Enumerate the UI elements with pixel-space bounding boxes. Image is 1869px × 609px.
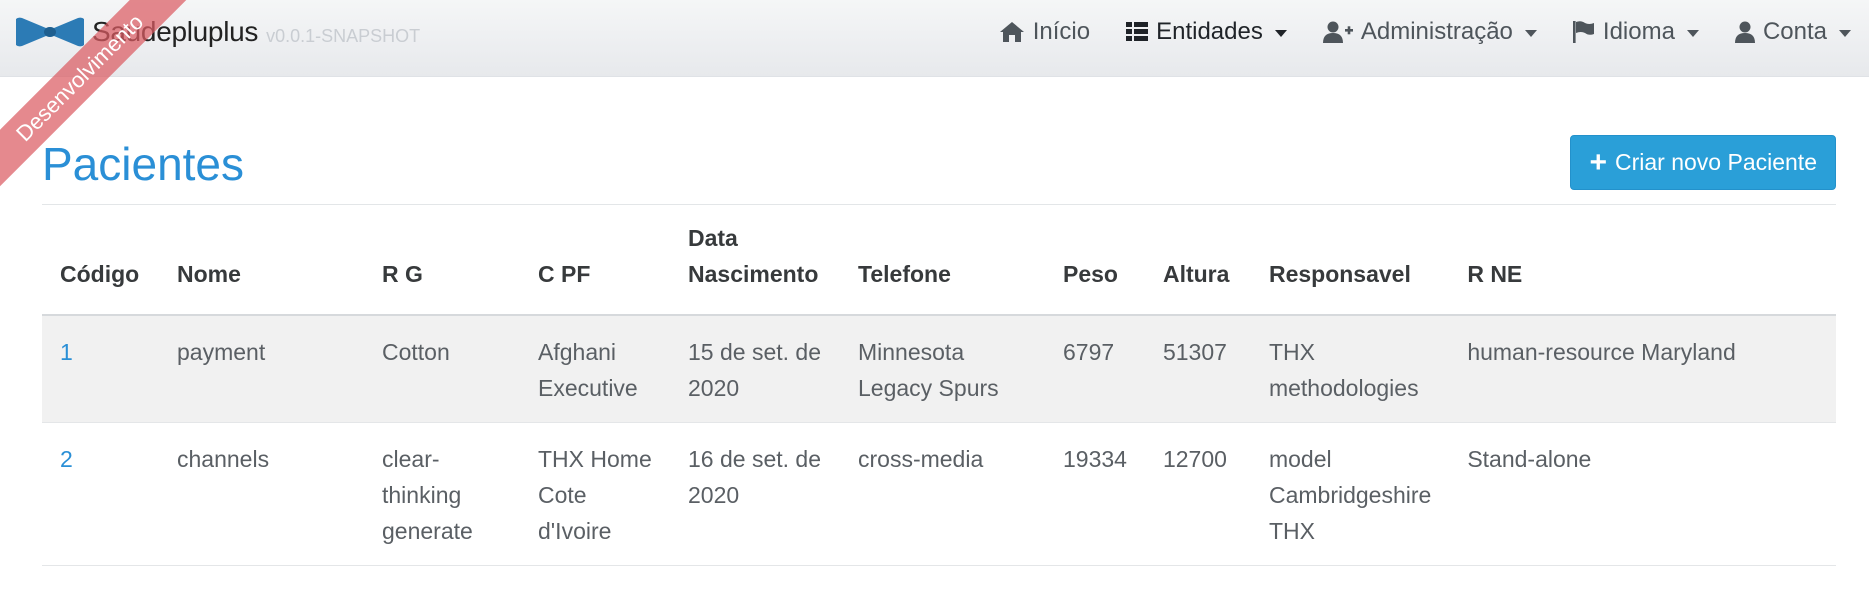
- column-header[interactable]: Nome: [159, 220, 364, 316]
- table-cell: Stand-alone: [1449, 422, 1836, 566]
- table-cell: clear-thinking generate: [364, 422, 520, 566]
- table-list-icon: [1126, 22, 1149, 41]
- nav-entities-label: Entidades: [1156, 18, 1263, 45]
- table-cell: channels: [159, 422, 364, 566]
- page-header: Pacientes + Criar novo Paciente: [42, 135, 1836, 205]
- user-plus-icon: [1322, 21, 1353, 43]
- chevron-down-icon: [1839, 29, 1851, 37]
- nav-admin-label: Administração: [1360, 18, 1513, 45]
- table-cell: Minnesota Legacy Spurs: [840, 315, 1045, 423]
- table-cell: 1: [42, 315, 159, 423]
- main-nav: Início Entidades Administração Idioma Co…: [963, 12, 1851, 52]
- column-header[interactable]: Telefone: [840, 220, 1045, 316]
- table-row: 1 payment Cotton Afghani Executive 15 de…: [42, 315, 1836, 423]
- chevron-down-icon: [1524, 29, 1537, 37]
- column-header[interactable]: R NE: [1449, 220, 1836, 316]
- chevron-down-icon: [1686, 29, 1699, 37]
- nav-entities[interactable]: Entidades: [1126, 18, 1287, 46]
- nav-language[interactable]: Idioma: [1572, 18, 1699, 46]
- column-header[interactable]: R G: [364, 220, 520, 316]
- table-cell: THX Home Cote d'Ivoire: [520, 422, 670, 566]
- navbar: Saudepluplus v0.0.1-SNAPSHOT Início Enti…: [0, 0, 1869, 77]
- page-title: Pacientes: [42, 138, 245, 190]
- table-cell: 6797: [1045, 315, 1145, 423]
- table-cell: 51307: [1144, 315, 1251, 423]
- table-cell: 2: [42, 422, 159, 566]
- pacientes-table: Código Nome R G C PF Data Nascimento Tel…: [42, 220, 1836, 566]
- column-header[interactable]: Responsavel: [1250, 220, 1450, 316]
- table-header-row: Código Nome R G C PF Data Nascimento Tel…: [42, 220, 1836, 316]
- user-icon: [1734, 21, 1755, 43]
- table-cell: 19334: [1045, 422, 1145, 566]
- plus-icon: +: [1589, 145, 1607, 179]
- nav-account[interactable]: Conta: [1734, 18, 1851, 46]
- nav-language-label: Idioma: [1602, 18, 1675, 45]
- column-header[interactable]: Altura: [1144, 220, 1251, 316]
- column-header[interactable]: Peso: [1045, 220, 1145, 316]
- nav-home[interactable]: Início: [999, 18, 1090, 46]
- table-cell: model Cambridgeshire THX: [1250, 422, 1450, 566]
- brand[interactable]: Saudepluplus v0.0.1-SNAPSHOT: [16, 12, 420, 52]
- home-icon: [999, 22, 1024, 42]
- nav-account-label: Conta: [1762, 18, 1827, 45]
- nav-home-label: Início: [1032, 18, 1091, 45]
- table-row: 2 channels clear-thinking generate THX H…: [42, 422, 1836, 566]
- table-cell: 15 de set. de 2020: [670, 315, 840, 423]
- create-button-label: Criar novo Paciente: [1615, 149, 1817, 175]
- column-header[interactable]: C PF: [520, 220, 670, 316]
- table-cell: Afghani Executive: [520, 315, 670, 423]
- table-cell: cross-media: [840, 422, 1045, 566]
- table-cell: THX methodologies: [1250, 315, 1450, 423]
- table-cell: payment: [159, 315, 364, 423]
- nav-admin[interactable]: Administração: [1322, 18, 1537, 46]
- flag-icon: [1572, 21, 1594, 43]
- chevron-down-icon: [1274, 29, 1287, 37]
- bowtie-logo-icon: [16, 17, 84, 47]
- create-paciente-button[interactable]: + Criar novo Paciente: [1570, 135, 1836, 190]
- row-id-link[interactable]: 1: [60, 339, 73, 365]
- table-cell: human-resource Maryland: [1449, 315, 1836, 423]
- brand-version: v0.0.1-SNAPSHOT: [266, 25, 421, 46]
- table-cell: 12700: [1144, 422, 1251, 566]
- column-header[interactable]: Código: [42, 220, 159, 316]
- table-cell: 16 de set. de 2020: [670, 422, 840, 566]
- table-cell: Cotton: [364, 315, 520, 423]
- row-id-link[interactable]: 2: [60, 446, 73, 472]
- column-header[interactable]: Data Nascimento: [670, 220, 840, 316]
